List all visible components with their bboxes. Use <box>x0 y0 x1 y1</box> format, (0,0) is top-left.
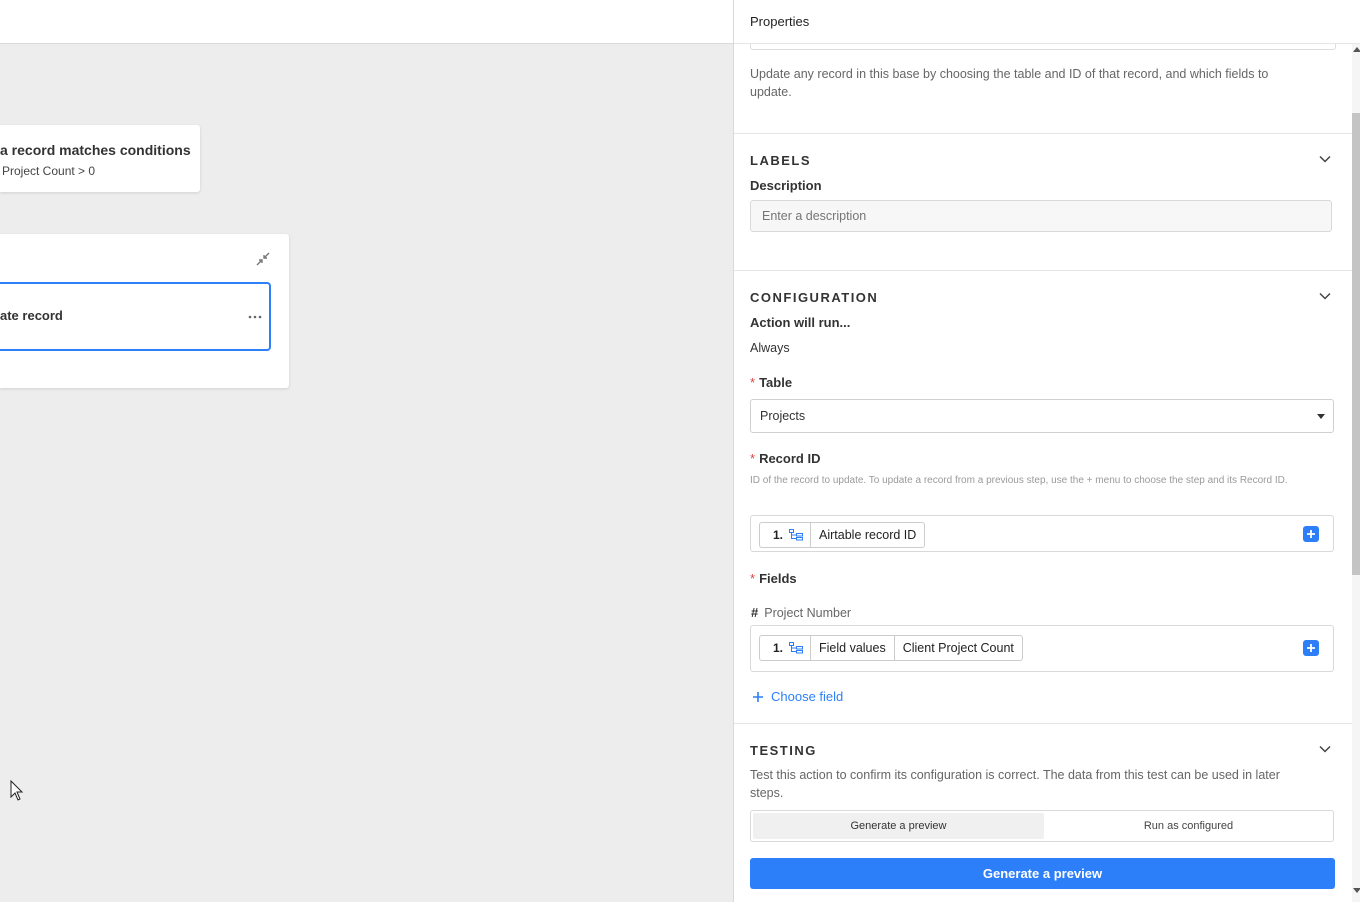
table-label: * Table <box>750 375 793 390</box>
field-value-token[interactable]: 1. Field values Client Project Count <box>759 635 1023 661</box>
labels-section-heading[interactable]: LABELS <box>750 153 811 168</box>
record-id-input[interactable]: 1. Airtable record ID <box>750 515 1334 552</box>
plus-icon <box>1307 530 1315 538</box>
record-id-token[interactable]: 1. Airtable record ID <box>759 522 926 548</box>
test-mode-toggle: Generate a preview Run as configured <box>750 810 1334 842</box>
collapse-icon[interactable] <box>256 252 270 266</box>
token-part-field-values: Field values <box>811 636 895 660</box>
mouse-cursor-icon <box>10 780 24 801</box>
plus-icon <box>1307 644 1315 652</box>
required-marker: * <box>750 451 756 466</box>
action-card-update-record[interactable]: ate record <box>0 282 271 351</box>
token-step-number: 1. <box>773 641 784 655</box>
field-project-number-label: # Project Number <box>751 605 852 620</box>
action-label: ate record <box>0 308 63 323</box>
step-hierarchy-icon <box>787 523 812 547</box>
token-value: Airtable record ID <box>819 528 917 542</box>
more-options-icon[interactable] <box>248 315 262 319</box>
panel-title: Properties <box>750 14 810 29</box>
panel-header: Properties <box>734 0 1360 44</box>
action-type-field[interactable] <box>750 44 1336 50</box>
divider <box>734 270 1352 271</box>
trigger-card[interactable]: a record matches conditions Project Coun… <box>0 125 200 192</box>
number-field-icon: # <box>751 605 759 620</box>
required-marker: * <box>750 571 756 586</box>
properties-panel: Properties Update any record in this bas… <box>733 0 1360 902</box>
canvas-topbar <box>0 0 733 44</box>
action-description: Update any record in this base by choosi… <box>750 67 1269 99</box>
testing-section-heading[interactable]: TESTING <box>750 743 817 758</box>
table-select-value: Projects <box>760 409 806 423</box>
chevron-down-icon[interactable] <box>1319 292 1331 300</box>
run-condition-value[interactable]: Always <box>750 341 790 355</box>
add-token-button[interactable] <box>1303 526 1319 542</box>
action-group: ate record <box>0 234 289 388</box>
trigger-title: a record matches conditions <box>0 142 191 158</box>
divider <box>734 133 1352 134</box>
table-select[interactable]: Projects <box>750 399 1334 433</box>
description-input[interactable] <box>750 200 1332 232</box>
record-id-hint: ID of the record to update. To update a … <box>750 475 1288 486</box>
record-id-label: * Record ID <box>750 451 821 466</box>
trigger-condition: Project Count > 0 <box>2 164 96 178</box>
tab-run-as-configured[interactable]: Run as configured <box>1045 813 1332 839</box>
configuration-section-heading[interactable]: CONFIGURATION <box>750 290 878 305</box>
plus-icon <box>753 691 763 702</box>
tab-generate-preview[interactable]: Generate a preview <box>753 813 1044 839</box>
step-hierarchy-icon <box>787 636 812 660</box>
caret-down-icon <box>1317 414 1325 419</box>
token-part-client-project-count: Client Project Count <box>902 641 1014 655</box>
token-step-number: 1. <box>773 528 784 542</box>
generate-preview-button[interactable]: Generate a preview <box>750 858 1335 889</box>
description-label: Description <box>750 178 822 193</box>
scroll-down-arrow-icon[interactable] <box>1353 888 1360 893</box>
scrollbar-thumb[interactable] <box>1352 113 1360 575</box>
testing-description: Test this action to confirm its configur… <box>750 768 1280 800</box>
choose-field-button[interactable]: Choose field <box>752 689 843 704</box>
chevron-down-icon[interactable] <box>1319 745 1331 753</box>
chevron-down-icon[interactable] <box>1319 155 1331 163</box>
add-token-button[interactable] <box>1303 640 1319 656</box>
fields-label: * Fields <box>750 571 797 586</box>
scroll-up-arrow-icon[interactable] <box>1353 47 1360 52</box>
run-condition-label: Action will run... <box>750 315 851 330</box>
project-number-input[interactable]: 1. Field values Client Project Count <box>750 625 1334 672</box>
divider <box>734 723 1352 724</box>
required-marker: * <box>750 375 756 390</box>
